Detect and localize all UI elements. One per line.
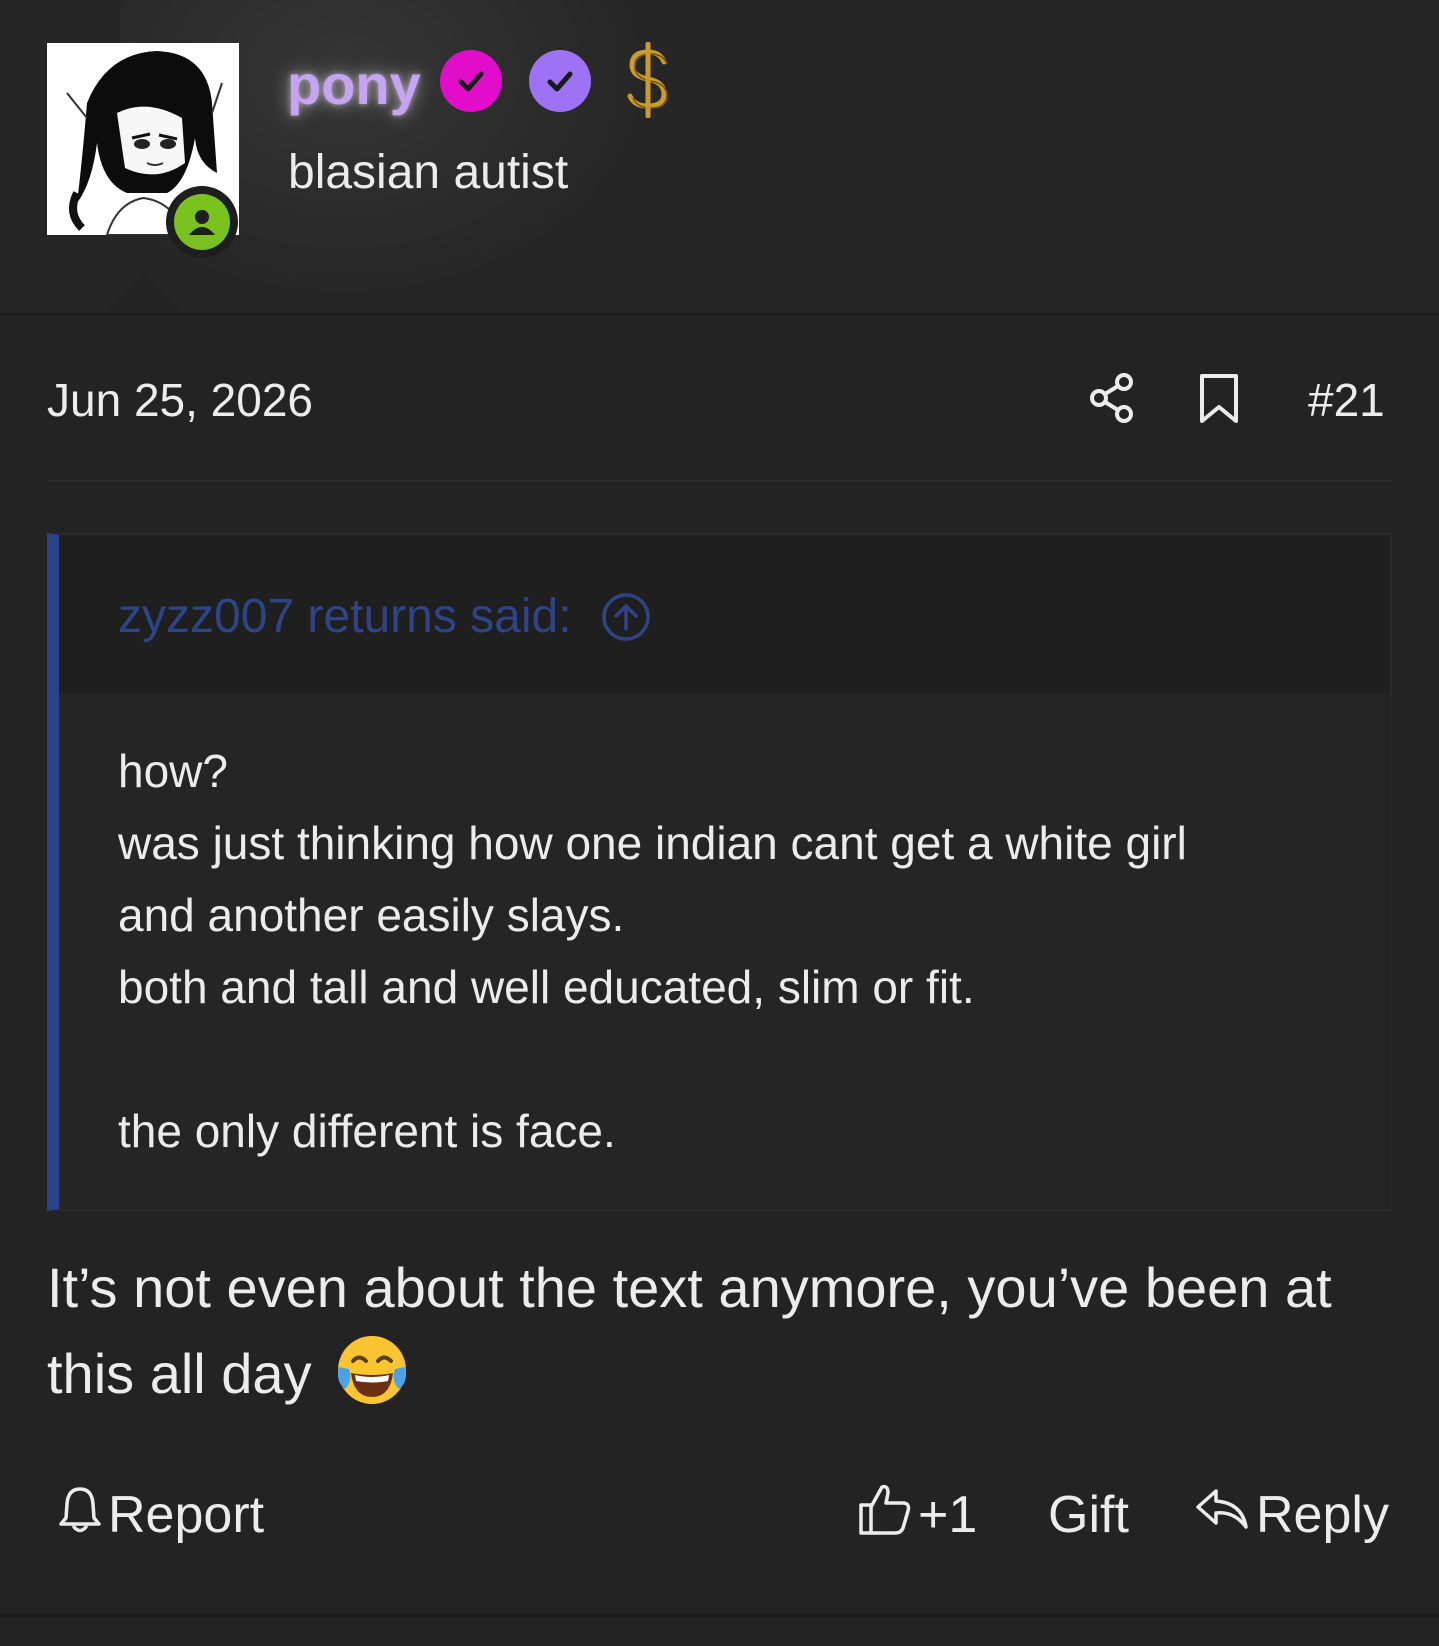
post-user-header: pony blasian autist (0, 0, 1439, 315)
quote-block: zyzz007 returns said: how? was just thin… (47, 533, 1392, 1211)
quote-line (118, 1023, 1358, 1095)
post-message-text: It’s not even about the text anymore, yo… (47, 1256, 1332, 1405)
quote-header: zyzz007 returns said: (59, 535, 1390, 693)
verified-check-pink-icon (440, 50, 502, 112)
quote-author-link[interactable]: zyzz007 returns said: (118, 587, 652, 647)
reply-arrow-icon (1194, 1485, 1250, 1546)
like-count[interactable]: +1 (918, 1485, 977, 1545)
dollar-supporter-icon (620, 41, 676, 119)
username[interactable]: pony (287, 50, 421, 120)
like-button[interactable]: +1 (858, 1480, 977, 1550)
user-title: blasian autist (288, 146, 569, 199)
online-status-badge (166, 186, 238, 258)
quote-line: how? (118, 745, 228, 797)
bookmark-icon[interactable] (1197, 373, 1241, 425)
verified-check-purple-icon (529, 50, 591, 112)
post-message: It’s not even about the text anymore, yo… (47, 1245, 1392, 1417)
header-divider (0, 313, 1439, 315)
post-date[interactable]: Jun 25, 2026 (47, 370, 313, 430)
quote-line: was just thinking how one indian cant ge… (118, 817, 1187, 869)
quote-line: both and tall and well educated, slim or… (118, 961, 975, 1013)
report-button[interactable]: Report (58, 1480, 264, 1550)
quote-content: how? was just thinking how one indian ca… (118, 735, 1358, 1167)
thumbs-up-icon (858, 1481, 912, 1550)
reply-button[interactable]: Reply (1194, 1480, 1389, 1550)
quote-line: the only different is face. (118, 1105, 616, 1157)
report-label[interactable]: Report (108, 1485, 264, 1545)
face-with-tears-of-joy-icon (335, 1333, 409, 1407)
arrow-up-circle-icon[interactable] (600, 591, 652, 643)
post-bottom-divider (0, 1614, 1439, 1617)
post-actions: Report +1 Gift Reply (0, 1480, 1439, 1550)
bell-icon (58, 1484, 102, 1547)
quote-author-text[interactable]: zyzz007 returns said: (118, 587, 572, 647)
user-online-icon (174, 194, 230, 250)
gift-button[interactable]: Gift (1048, 1480, 1129, 1550)
post-header-divider (47, 480, 1392, 482)
header-caret (100, 272, 188, 315)
gift-label[interactable]: Gift (1048, 1485, 1129, 1545)
quote-line: and another easily slays. (118, 889, 625, 941)
share-icon[interactable] (1088, 372, 1136, 424)
reply-label[interactable]: Reply (1256, 1485, 1389, 1545)
post-number[interactable]: #21 (1308, 370, 1385, 430)
